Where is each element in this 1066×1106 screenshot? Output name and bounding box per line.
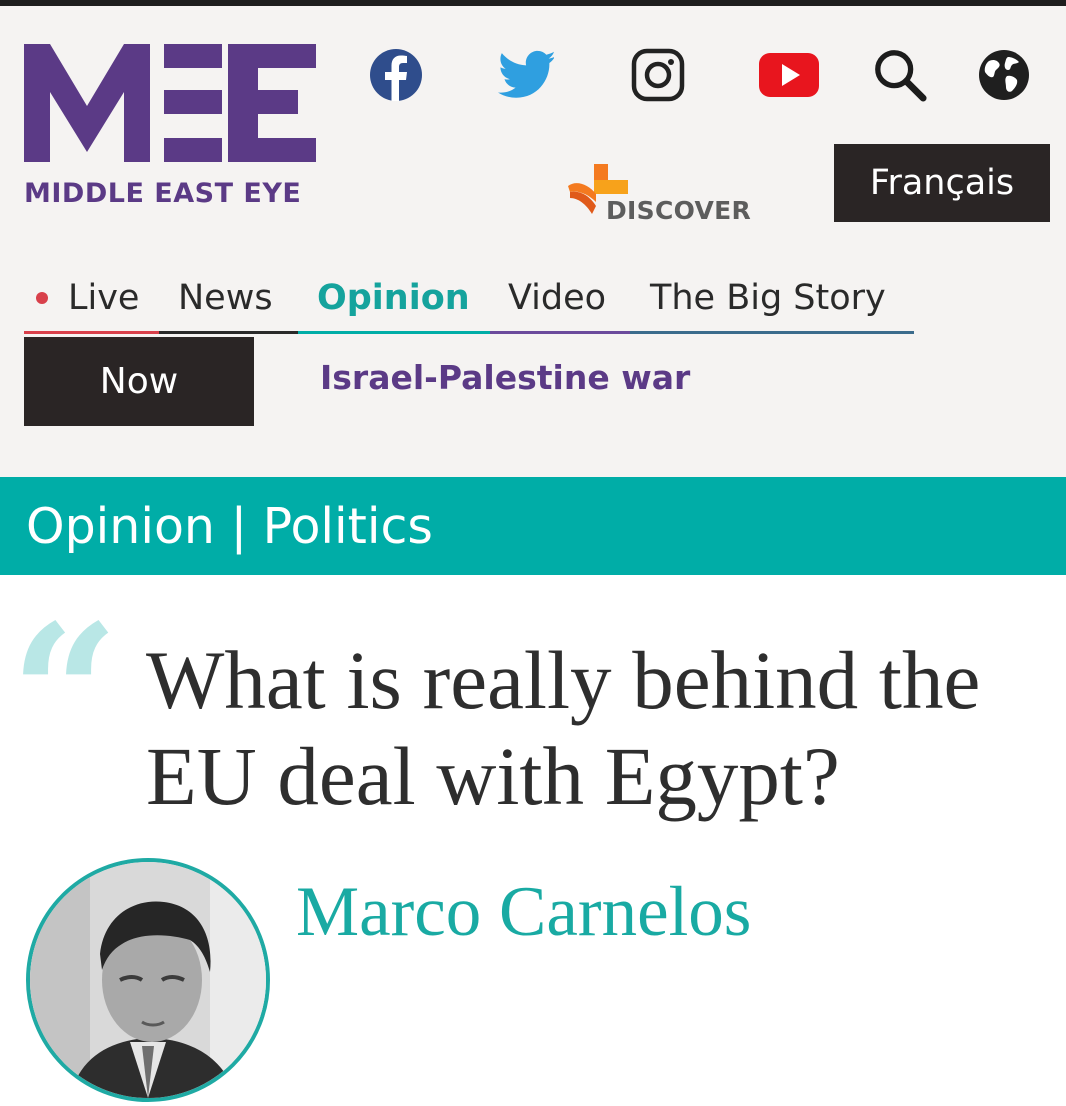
search-icon[interactable] — [872, 47, 928, 103]
nav-underline — [630, 331, 914, 334]
author-avatar[interactable] — [26, 858, 270, 1102]
nav-item-label: News — [178, 278, 273, 318]
nav-item-opinion[interactable]: Opinion — [298, 262, 490, 334]
nav-underline — [159, 331, 298, 334]
live-indicator-icon — [36, 292, 48, 304]
discover-label: DISCOVER — [606, 196, 752, 225]
nav-underline — [298, 331, 490, 334]
trending-topic-link[interactable]: Israel-Palestine war — [320, 358, 690, 397]
nav-item-live[interactable]: Live — [24, 262, 159, 334]
section-label[interactable]: Opinion | Politics — [26, 498, 433, 555]
twitter-icon[interactable] — [498, 46, 554, 102]
nav-underline — [24, 331, 159, 334]
nav-item-label: Video — [508, 278, 607, 318]
author-name[interactable]: Marco Carnelos — [296, 872, 751, 953]
globe-icon[interactable] — [976, 47, 1032, 103]
quote-mark-icon: “ — [10, 583, 120, 806]
instagram-icon[interactable] — [630, 47, 686, 103]
nav-item-big-story[interactable]: The Big Story — [630, 262, 914, 334]
nav-underline — [490, 331, 630, 334]
logo-wordmark: MIDDLE EAST EYE — [24, 178, 302, 209]
facebook-icon[interactable] — [368, 47, 424, 103]
main-nav: Live News Opinion Video The Big Story — [24, 262, 914, 334]
nav-item-video[interactable]: Video — [490, 262, 630, 334]
nav-item-label: Live — [68, 278, 140, 318]
language-button[interactable]: Français — [834, 144, 1050, 222]
nav-item-news[interactable]: News — [159, 262, 298, 334]
youtube-icon[interactable] — [758, 47, 820, 103]
author-photo — [30, 862, 266, 1098]
discover-link[interactable]: DISCOVER — [566, 160, 766, 230]
mee-logo-mark — [24, 44, 316, 162]
mee-logo[interactable]: MIDDLE EAST EYE — [24, 44, 324, 224]
article-headline: What is really behind the EU deal with E… — [146, 634, 981, 822]
now-label: Now — [24, 337, 254, 426]
nav-item-label: Opinion — [317, 278, 470, 318]
nav-item-label: The Big Story — [650, 278, 886, 318]
